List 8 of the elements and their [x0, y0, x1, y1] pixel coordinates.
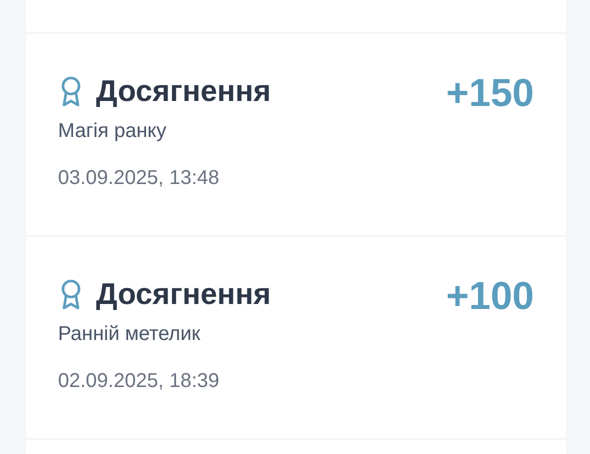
points-value: +150	[446, 72, 534, 116]
points-value: +100	[446, 275, 534, 319]
entry-date: 02.09.2025, 18:39	[58, 369, 220, 394]
entry-title: Досягнення	[96, 74, 271, 110]
entry-title: Досягнення	[96, 277, 271, 313]
entry-description: Магія ранку	[58, 119, 168, 144]
entry-date: 03.09.2025, 13:48	[58, 166, 220, 191]
entry-description: Ранній метелик	[58, 322, 202, 347]
